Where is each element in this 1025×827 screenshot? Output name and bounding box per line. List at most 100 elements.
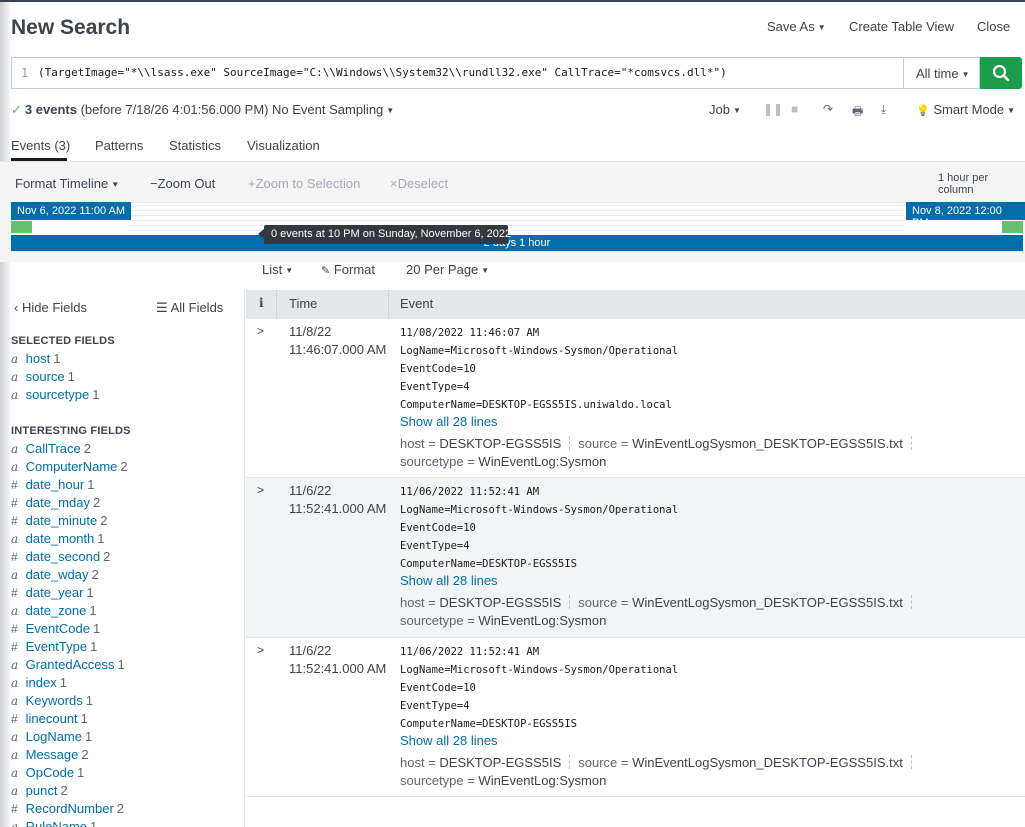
format-timeline-label: Format Timeline [15,176,109,191]
timeline-column-end[interactable] [1002,221,1023,233]
zoom-to-selection-button[interactable]: +Zoom to Selection [248,176,360,191]
search-button[interactable] [980,57,1022,89]
field-item[interactable]: # RecordNumber 2 [11,801,124,816]
tab-patterns[interactable]: Patterns [95,138,143,153]
print-icon[interactable]: 🖶 [852,102,863,123]
list-icon: ☰ [156,300,168,315]
timeline-gridlines [128,205,904,235]
event-sampling-dropdown[interactable]: No Event Sampling ▼ [272,102,394,117]
search-query-text[interactable]: (TargetImage="*\\lsass.exe" SourceImage=… [38,66,727,79]
field-item[interactable]: # date_year 1 [11,585,94,600]
field-item[interactable]: a date_month 1 [11,531,105,546]
field-item[interactable]: # linecount 1 [11,711,88,726]
field-item[interactable]: a sourcetype 1 [11,387,99,402]
host-value[interactable]: DESKTOP-EGSS5IS [439,595,561,610]
field-name: date_year [25,585,84,600]
field-item[interactable]: a GrantedAccess 1 [11,657,125,672]
share-icon[interactable]: ↷ [823,102,833,116]
field-item[interactable]: a OpCode 1 [11,765,84,780]
tab-visualization[interactable]: Visualization [247,138,320,153]
list-view-dropdown[interactable]: List ▼ [262,262,293,277]
caret-down-icon: ▼ [1007,106,1016,115]
field-item[interactable]: a CallTrace 2 [11,441,91,456]
expand-chevron-icon[interactable]: > [257,643,264,657]
deselect-button[interactable]: ×Deselect [390,176,448,191]
field-type-icon: a [11,604,19,618]
show-all-lines-link[interactable]: Show all 28 lines [400,414,498,429]
event-row: >11/8/22 11:46:07.000 AM 11/08/2022 11:46:… [246,319,1025,478]
field-item[interactable]: # date_hour 1 [11,477,94,492]
job-menu[interactable]: Job ▼ [709,102,741,117]
field-item[interactable]: a Message 2 [11,747,89,762]
sourcetype-value[interactable]: WinEventLog:Sysmon [478,773,606,788]
event-timestamp: 11:52:41.000 AM [289,661,387,676]
timeline-end-label: Nov 8, 2022 12:00 PM [906,202,1025,229]
meta-divider [910,755,912,769]
field-item[interactable]: a RuleName 1 [11,819,97,827]
field-item[interactable]: a ComputerName 2 [11,459,128,474]
host-value[interactable]: DESKTOP-EGSS5IS [439,755,561,770]
line-number: 1 [21,66,29,80]
field-name: date_mday [25,495,90,510]
field-item[interactable]: a punct 2 [11,783,68,798]
search-input[interactable]: 1 (TargetImage="*\\lsass.exe" SourceImag… [11,57,904,89]
format-button[interactable]: ✎ Format [321,262,375,277]
field-type-icon: a [11,766,19,780]
list-label: List [262,262,283,277]
show-all-lines-link[interactable]: Show all 28 lines [400,573,498,588]
close-button[interactable]: Close [977,19,1010,34]
search-mode-dropdown[interactable]: 💡 Smart Mode ▼ [916,102,1015,117]
tabs-bar [0,130,1025,162]
field-name: date_minute [25,513,98,528]
field-item[interactable]: a source 1 [11,369,75,384]
hide-fields-button[interactable]: ‹ Hide Fields [14,300,87,315]
field-name: sourcetype [25,387,90,402]
timeline-start-label: Nov 6, 2022 11:00 AM [11,202,132,220]
expand-chevron-icon[interactable]: > [257,483,264,497]
stop-icon[interactable]: ■ [791,102,798,116]
field-item[interactable]: a date_wday 2 [11,567,99,582]
deselect-label: Deselect [397,176,449,191]
field-item[interactable]: a date_zone 1 [11,603,97,618]
zoom-out-button[interactable]: −Zoom Out [150,176,215,191]
source-value[interactable]: WinEventLogSysmon_DESKTOP-EGSS5IS.txt [632,755,903,770]
field-name: GrantedAccess [25,657,115,672]
field-type-icon: a [11,460,19,474]
field-item[interactable]: a Keywords 1 [11,693,93,708]
all-fields-button[interactable]: ☰ All Fields [156,300,223,316]
field-count: 1 [89,603,97,618]
field-item[interactable]: a index 1 [11,675,67,690]
host-value[interactable]: DESKTOP-EGSS5IS [439,436,561,451]
field-item[interactable]: # EventCode 1 [11,621,100,636]
field-item[interactable]: # date_second 2 [11,549,110,564]
event-date: 11/8/22 [289,324,332,339]
events-status: ✓ 3 events (before 7/18/26 4:01:56.000 PM… [11,102,268,118]
event-timestamp: 11:46:07.000 AM [289,342,387,357]
sourcetype-value[interactable]: WinEventLog:Sysmon [478,613,606,628]
field-item[interactable]: a host 1 [11,351,60,366]
sourcetype-key: sourcetype = [400,773,475,788]
timeline-column-start[interactable] [11,221,32,233]
field-item[interactable]: # EventType 1 [11,639,97,654]
export-icon[interactable]: ⤓ [881,102,886,117]
field-item[interactable]: # date_mday 2 [11,495,100,510]
source-value[interactable]: WinEventLogSysmon_DESKTOP-EGSS5IS.txt [632,595,903,610]
source-value[interactable]: WinEventLogSysmon_DESKTOP-EGSS5IS.txt [632,436,903,451]
field-count: 2 [91,567,99,582]
tab-statistics[interactable]: Statistics [169,138,221,153]
top-bar [0,0,1025,2]
time-column-header[interactable]: Time [289,296,317,311]
format-timeline-dropdown[interactable]: Format Timeline ▼ [15,176,119,191]
show-all-lines-link[interactable]: Show all 28 lines [400,733,498,748]
save-as-button[interactable]: Save As ▼ [767,19,826,34]
field-item[interactable]: a LogName 1 [11,729,92,744]
expand-chevron-icon[interactable]: > [257,324,264,338]
pause-icon[interactable]: ❚❚ [763,102,783,116]
per-page-dropdown[interactable]: 20 Per Page ▼ [406,262,489,277]
time-range-picker[interactable]: All time ▼ [904,57,980,89]
sourcetype-value[interactable]: WinEventLog:Sysmon [478,454,606,469]
field-item[interactable]: # date_minute 2 [11,513,107,528]
tab-events[interactable]: Events (3) [11,138,70,153]
field-count: 1 [97,531,105,546]
create-table-view-button[interactable]: Create Table View [849,19,954,34]
